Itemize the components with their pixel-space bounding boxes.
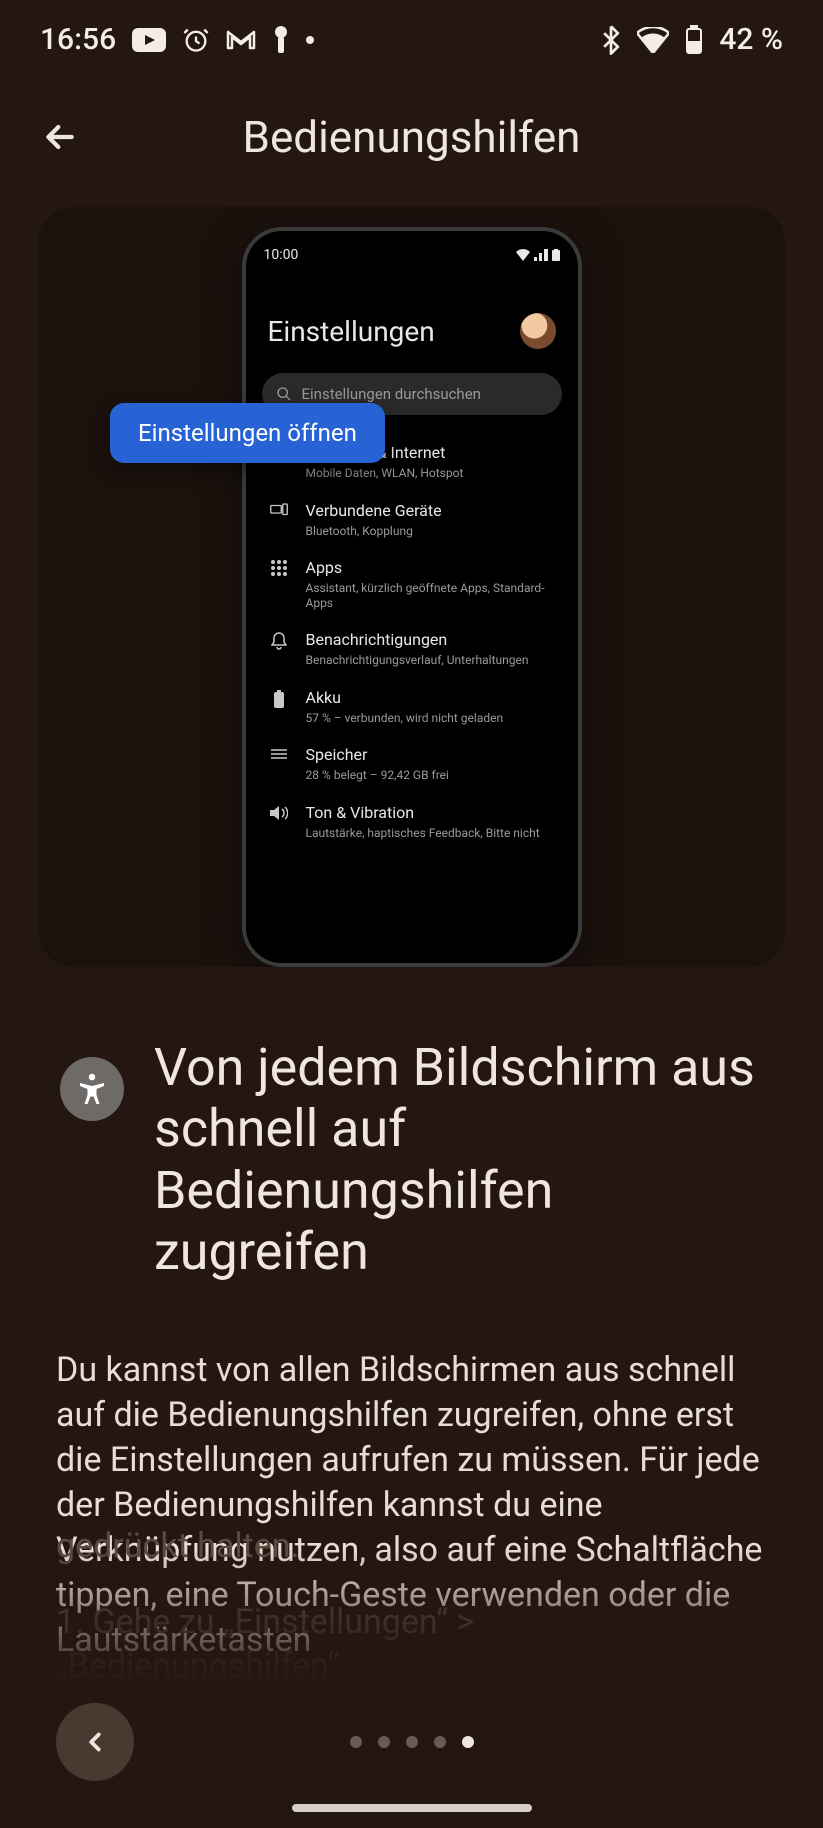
phone-item-sound: Ton & VibrationLautstärke, haptisches Fe…	[246, 793, 578, 851]
nav-handle[interactable]	[292, 1804, 532, 1812]
phone-wifi-icon	[516, 249, 530, 261]
phone-search-placeholder: Einstellungen durchsuchen	[302, 385, 481, 403]
page-dot	[434, 1736, 446, 1748]
apps-icon	[271, 560, 287, 576]
phone-settings-title: Einstellungen	[268, 315, 435, 348]
notification-dot-icon	[306, 36, 314, 44]
faded-text-2: 1. Gehe zu „Einstellungen“ > „Bedienungs…	[56, 1600, 767, 1688]
page-dot	[406, 1736, 418, 1748]
bluetooth-icon	[601, 25, 621, 55]
bell-icon	[271, 632, 287, 650]
alarm-icon	[182, 26, 210, 54]
phone-item-notifications: BenachrichtigungenBenachrichtigungsverla…	[246, 620, 578, 678]
battery-icon	[274, 690, 284, 708]
phone-item-battery: Akku57 % – verbunden, wird nicht geladen	[246, 678, 578, 736]
status-time: 16:56	[40, 22, 116, 57]
accessibility-icon	[60, 1057, 124, 1121]
status-battery-text: 42 %	[719, 22, 783, 57]
phone-item-apps: AppsAssistant, kürzlich geöffnete Apps, …	[246, 548, 578, 620]
storage-icon	[271, 747, 287, 761]
headline-section: Von jedem Bildschirm aus schnell auf Bed…	[0, 967, 823, 1312]
phone-item-devices: Verbundene GeräteBluetooth, Kopplung	[246, 491, 578, 549]
page-title: Bedienungshilfen	[30, 111, 793, 163]
avatar	[520, 313, 556, 349]
gmail-icon	[226, 29, 256, 51]
page-dot-active	[462, 1736, 474, 1748]
sound-icon	[270, 805, 288, 821]
app-bar: Bedienungshilfen	[0, 67, 823, 197]
headline-text: Von jedem Bildschirm aus schnell auf Bed…	[154, 1037, 763, 1282]
previous-button[interactable]	[56, 1703, 134, 1781]
wifi-icon	[637, 27, 669, 53]
pager	[0, 1736, 823, 1748]
page-dot	[350, 1736, 362, 1748]
key-icon	[272, 25, 290, 55]
battery-icon	[685, 25, 703, 55]
phone-illustration: 10:00 Einstellungen Einstellungen durchs…	[242, 227, 582, 967]
tooltip-open-settings: Einstellungen öffnen	[110, 403, 385, 463]
phone-battery-icon	[552, 249, 560, 261]
page-dot	[378, 1736, 390, 1748]
devices-icon	[270, 503, 288, 517]
phone-item-storage: Speicher28 % belegt – 92,42 GB frei	[246, 735, 578, 793]
illustration-card: 10:00 Einstellungen Einstellungen durchs…	[38, 207, 785, 967]
page-dots	[350, 1736, 474, 1748]
faded-text-1: gedrückt halten.	[56, 1524, 767, 1568]
status-bar: 16:56 42 %	[0, 0, 823, 67]
phone-time: 10:00	[264, 247, 299, 263]
youtube-icon	[132, 28, 166, 52]
phone-signal-icon	[534, 249, 548, 261]
search-icon	[276, 386, 292, 402]
